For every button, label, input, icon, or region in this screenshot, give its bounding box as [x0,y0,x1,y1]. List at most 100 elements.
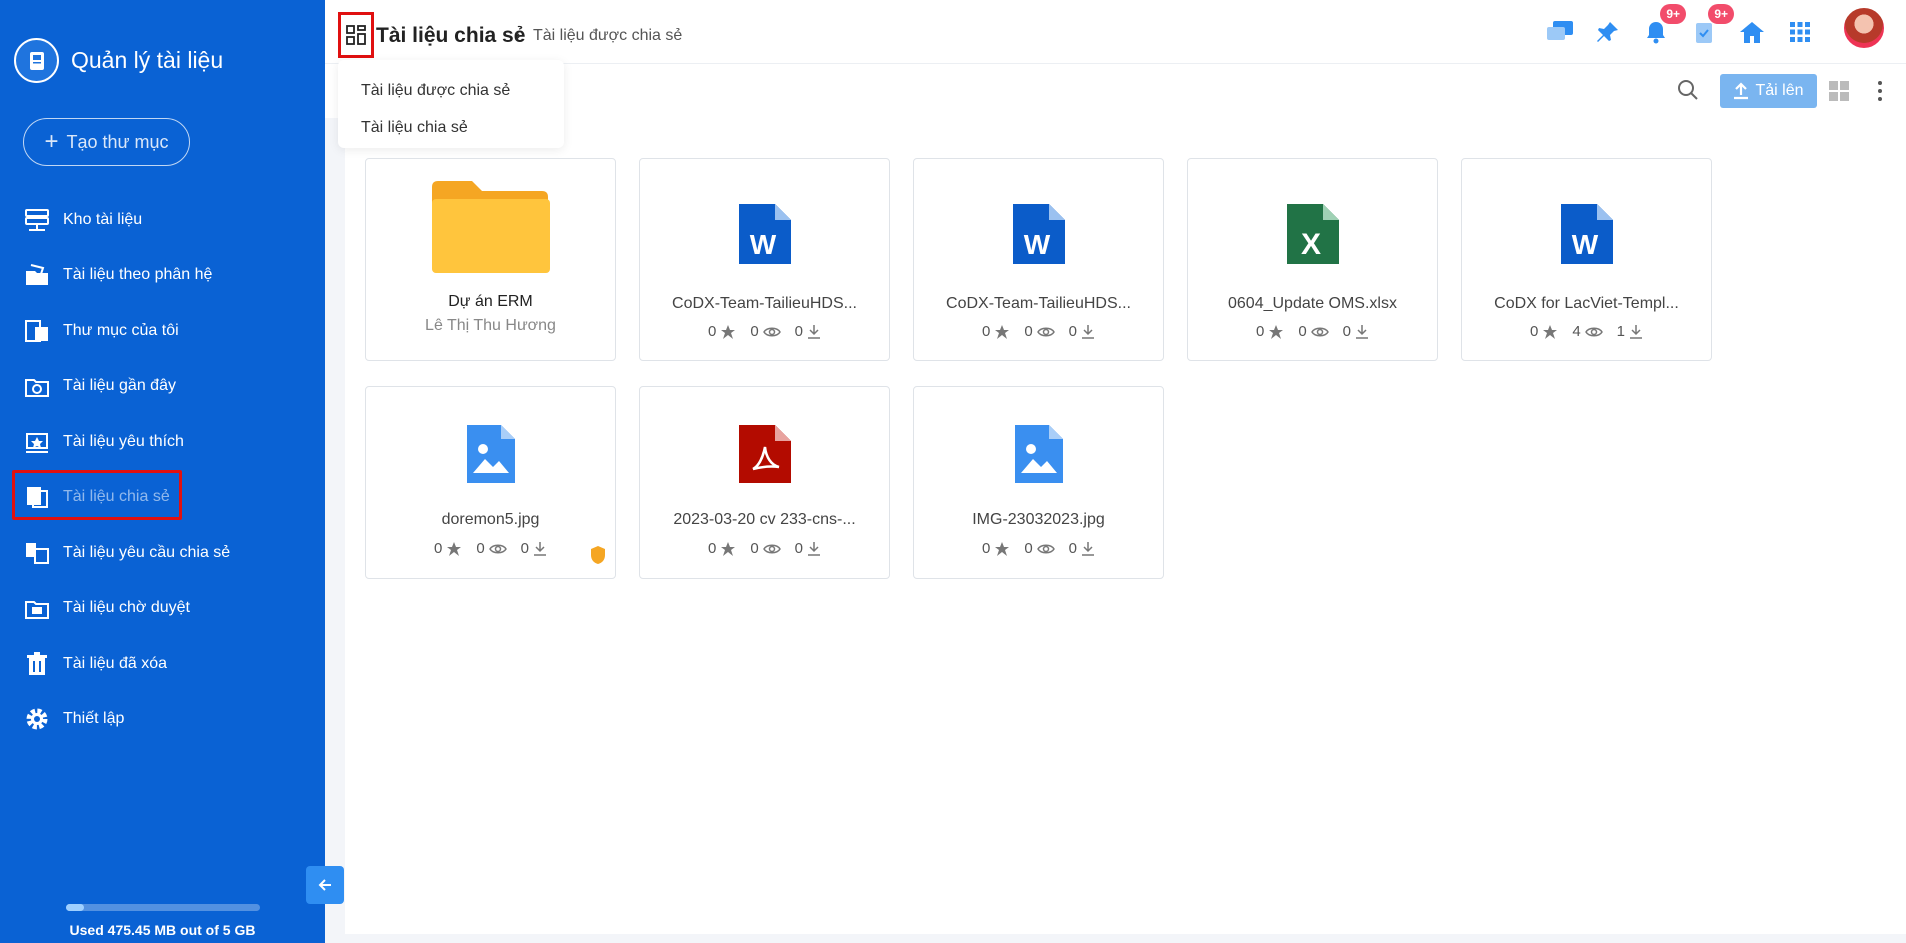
folder-card[interactable]: Dự án ERM Lê Thị Thu Hương [365,158,616,361]
more-vertical-icon[interactable] [1876,80,1884,107]
download-icon [808,541,821,556]
card-stats: 0 0 0 [640,540,889,557]
view-count: 4 [1572,323,1581,340]
pin-icon[interactable] [1590,14,1626,50]
upload-button[interactable]: Tải lên [1720,74,1817,108]
tile-view-icon[interactable] [1828,80,1850,107]
card-name: 0604_Update OMS.xlsx [1228,295,1397,312]
shield-icon [591,546,605,564]
avatar[interactable] [1842,6,1886,50]
card-name: Dự án ERM [448,293,533,310]
download-count: 0 [1342,323,1352,340]
sidebar-item-label: Thiết lập [63,710,125,728]
card-stats: 0 4 1 [1462,323,1711,340]
download-icon [1082,324,1095,339]
download-count: 0 [1068,540,1078,557]
svg-text:W: W [1023,229,1050,260]
download-icon [1356,324,1369,339]
gear-icon [26,708,48,730]
sidebar-item-label: Tài liệu yêu cầu chia sẻ [63,543,231,561]
storage-text: Used 475.45 MB out of 5 GB [69,922,256,938]
svg-text:W: W [1571,229,1598,260]
active-item-highlight [12,470,182,520]
card-stats: 0 0 0 [1188,323,1437,340]
task-icon[interactable]: 9+ [1686,4,1734,50]
word-file-icon: W [1012,204,1065,264]
eye-icon [1036,544,1055,553]
sidebar-item-kho-tai-lieu[interactable]: Kho tài liệu [0,192,325,248]
star-count: 0 [981,323,991,340]
bell-icon[interactable]: 9+ [1638,4,1686,50]
view-count: 0 [1024,540,1033,557]
apps-grid-icon[interactable] [1782,14,1818,50]
sidebar-item-thiet-lap[interactable]: Thiết lập [0,692,325,748]
star-icon [721,324,736,339]
sidebar-item-yeu-thich[interactable]: Tài liệu yêu thích [0,414,325,470]
sidebar-item-yeu-cau-chia-se[interactable]: Tài liệu yêu cầu chia sẻ [0,525,325,581]
excel-file-icon: X [1286,204,1339,264]
card-stats: 0 0 0 [366,540,615,557]
file-card[interactable]: IMG-23032023.jpg 0 0 0 [913,386,1164,579]
download-count: 1 [1616,323,1626,340]
download-count: 0 [794,323,804,340]
card-name: 2023-03-20 cv 233-cns-... [673,511,856,528]
file-card[interactable]: X 0604_Update OMS.xlsx 0 0 0 [1187,158,1438,361]
favorite-docs-icon [26,432,48,453]
download-icon [534,541,547,556]
breadcrumb-dropdown: Tài liệu được chia sẻ Tài liệu chia sẻ [338,60,564,148]
svg-text:X: X [1300,228,1320,261]
download-count: 0 [1068,323,1078,340]
sidebar-item-gan-day[interactable]: Tài liệu gần đây [0,359,325,415]
document-grid: Dự án ERM Lê Thị Thu Hương W CoDX-Team-T… [345,118,1906,934]
star-icon [1543,324,1558,339]
file-card[interactable]: W CoDX-Team-TailieuHDS... 0 0 0 [913,158,1164,361]
star-count: 0 [1255,323,1265,340]
view-count: 0 [1024,323,1033,340]
file-card[interactable]: doremon5.jpg 0 0 0 [365,386,616,579]
module-docs-icon [26,264,48,286]
card-name: CoDX-Team-TailieuHDS... [672,295,857,312]
sidebar-item-label: Thư mục của tôi [63,321,179,339]
sidebar-item-label: Tài liệu gần đây [63,377,176,395]
file-card[interactable]: W CoDX for LacViet-Templ... 0 4 1 [1461,158,1712,361]
eye-icon [762,544,781,553]
storage-bar-fill [66,904,85,911]
file-card[interactable]: 2023-03-20 cv 233-cns-... 0 0 0 [639,386,890,579]
star-icon [995,324,1010,339]
card-owner: Lê Thị Thu Hương [425,317,556,334]
star-icon [447,541,462,556]
sidebar-item-label: Tài liệu yêu thích [63,432,184,450]
sidebar-item-theo-phan-he[interactable]: Tài liệu theo phân hệ [0,248,325,304]
download-icon [1630,324,1643,339]
sidebar-item-label: Kho tài liệu [63,210,143,228]
search-icon[interactable] [1676,78,1700,107]
recent-docs-icon [25,379,49,398]
chat-icon[interactable] [1542,14,1578,50]
collapse-sidebar-button[interactable] [306,866,344,904]
sidebar-item-thu-muc-cua-toi[interactable]: Thư mục của tôi [0,303,325,359]
sidebar-item-da-xoa[interactable]: Tài liệu đã xóa [0,636,325,692]
view-count: 0 [476,540,485,557]
file-card[interactable]: W CoDX-Team-TailieuHDS... 0 0 0 [639,158,890,361]
dropdown-item-chia-se[interactable]: Tài liệu chia sẻ [338,109,564,146]
eye-icon [762,327,781,336]
pending-docs-icon [25,601,49,620]
card-name: CoDX-Team-TailieuHDS... [946,295,1131,312]
share-request-icon [26,542,49,564]
trash-icon [27,651,47,675]
star-icon [1269,324,1284,339]
download-icon [1082,541,1095,556]
upload-icon [1734,82,1749,100]
card-name: doremon5.jpg [441,511,540,528]
sidebar: Quản lý tài liệu + Tạo thư mục Kho tài l… [0,0,325,943]
new-folder-button[interactable]: + Tạo thư mục [23,118,190,166]
dropdown-item-duoc-chia-se[interactable]: Tài liệu được chia sẻ [338,72,564,109]
view-count: 0 [750,323,759,340]
sidebar-item-cho-duyet[interactable]: Tài liệu chờ duyệt [0,581,325,637]
card-stats: 0 0 0 [640,323,889,340]
eye-icon [1584,327,1603,336]
home-icon[interactable] [1734,14,1770,50]
storage-bar [66,904,260,911]
star-count: 0 [981,540,991,557]
image-file-icon [466,425,515,483]
